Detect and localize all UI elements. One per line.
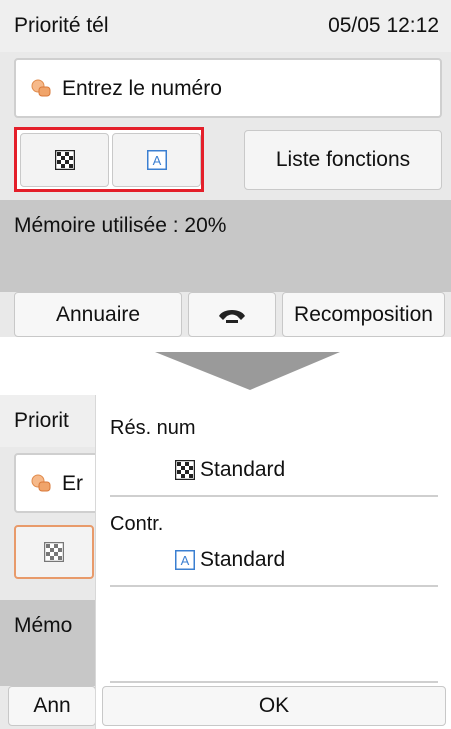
resolution-icon (54, 150, 75, 170)
settings-panel: Rés. num Standard Contr. A Standard (95, 395, 451, 729)
resolution-icon (44, 542, 64, 562)
hook-button[interactable] (188, 292, 276, 337)
contrast-icon: A (175, 550, 195, 570)
fax-number-input[interactable]: Entrez le numéro (14, 58, 442, 118)
directory-button[interactable]: Annuaire (14, 292, 182, 337)
hand-icon (31, 474, 51, 492)
function-list-button[interactable]: Liste fonctions (244, 130, 442, 190)
down-arrow-icon (155, 352, 340, 390)
divider (110, 681, 438, 683)
resolution-button[interactable] (20, 133, 109, 187)
directory-button-bg: Ann (8, 686, 96, 726)
memory-area: Mémoire utilisée : 20% (0, 200, 451, 292)
date-time: 05/05 12:12 (328, 14, 439, 37)
contrast-label: Contr. (110, 513, 164, 535)
phone-handset-icon (219, 310, 245, 323)
status-bar: Priorité tél 05/05 12:12 (0, 0, 451, 52)
contrast-button[interactable]: A (112, 133, 201, 187)
scan-settings-group: A (14, 127, 204, 192)
divider (110, 495, 438, 497)
redial-button[interactable]: Recomposition (282, 292, 445, 337)
number-placeholder: Entrez le numéro (62, 77, 222, 100)
bottom-bar: Annuaire Recomposition (0, 292, 451, 337)
memory-usage: Mémoire utilisée : 20% (14, 214, 227, 237)
fax-screen-after: Priorit Er Mémo Ann Rés. num Standard Co… (0, 395, 451, 729)
contrast-value: Standard (200, 548, 286, 571)
screen-title-bg: Priorit (14, 409, 69, 432)
memory-usage-bg: Mémo (14, 614, 73, 637)
resolution-button-bg (14, 525, 94, 579)
number-placeholder-bg: Er (62, 472, 83, 495)
screen-title: Priorité tél (14, 14, 109, 37)
ok-button[interactable]: OK (102, 686, 446, 726)
number-field-bg: Er (14, 453, 104, 513)
fax-screen-before: Priorité tél 05/05 12:12 Entrez le numér… (0, 0, 451, 337)
contrast-icon: A (146, 150, 167, 170)
contrast-glyph: A (152, 153, 161, 168)
resolution-icon (175, 460, 195, 480)
contrast-glyph: A (181, 553, 190, 568)
resolution-value: Standard (200, 458, 286, 481)
resolution-label: Rés. num (110, 417, 196, 439)
divider (110, 585, 438, 587)
hand-icon (31, 79, 51, 97)
